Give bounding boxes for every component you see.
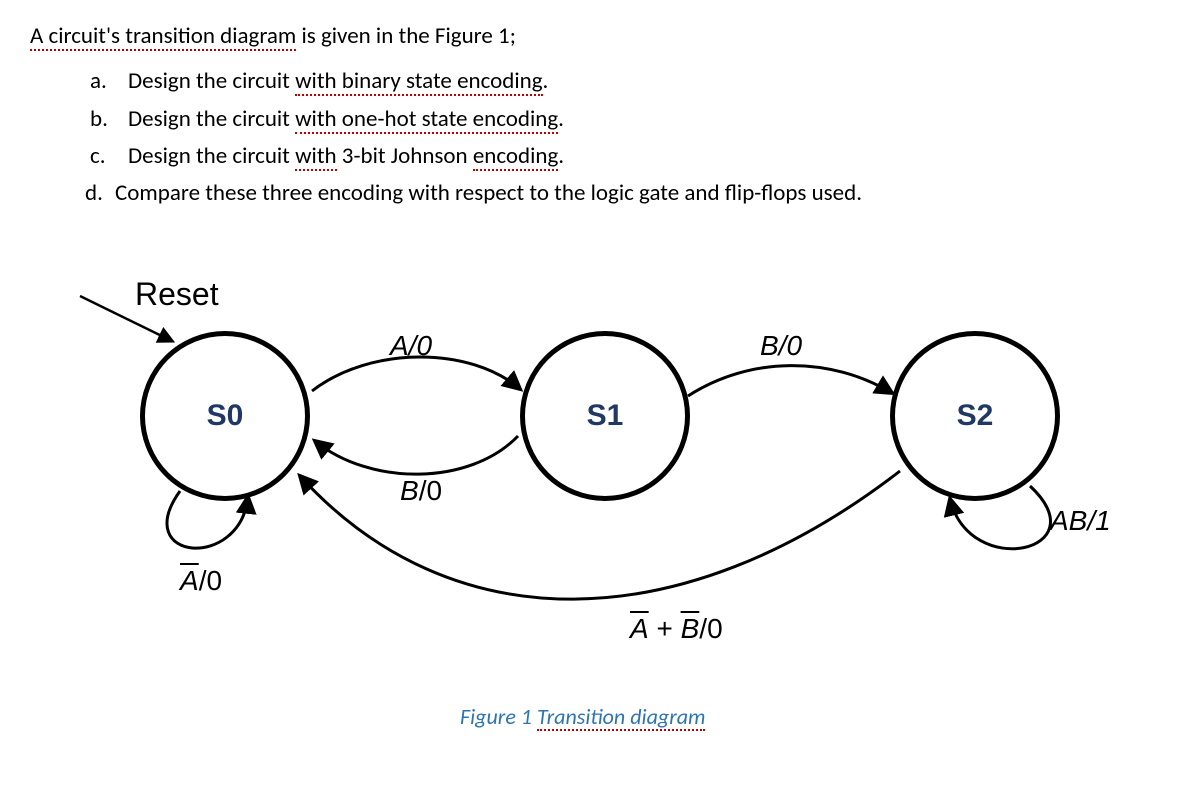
- state-diagram: Reset S0 S1 S2 A/0 B/0 B/0 A/0: [30, 271, 1130, 751]
- intro-rest: is given in the Figure 1;: [296, 22, 516, 50]
- figure-caption: Figure 1 Transition diagram: [460, 701, 705, 733]
- intro-line: A circuit's transition diagram is given …: [30, 20, 1158, 53]
- edge-s1-s2-label: B/0: [760, 326, 802, 367]
- item-label-b: b.: [90, 103, 128, 136]
- edge-s2-s0-label: A + B/0: [630, 609, 723, 650]
- question-list: a. Design the circuit with binary state …: [90, 65, 1158, 210]
- item-b: b. Design the circuit with one-hot state…: [90, 103, 1158, 136]
- state-s2: S2: [890, 331, 1060, 501]
- item-label-d: d.: [85, 177, 115, 210]
- item-a: a. Design the circuit with binary state …: [90, 65, 1158, 98]
- edge-s1-s0-label: B/0: [400, 471, 442, 512]
- item-label-a: a.: [90, 65, 128, 98]
- edge-s0-s1-label: A/0: [390, 326, 432, 367]
- item-c: c. Design the circuit with 3-bit Johnson…: [90, 140, 1158, 173]
- state-s0: S0: [140, 331, 310, 501]
- state-s1: S1: [520, 331, 690, 501]
- edge-s2-self-label: AB/1: [1050, 501, 1111, 542]
- reset-label: Reset: [135, 271, 219, 317]
- item-d: d. Compare these three encoding with res…: [90, 177, 1158, 210]
- intro-underlined: A circuit's transition diagram: [30, 24, 296, 51]
- edge-s0-self-label: A/0: [180, 561, 222, 602]
- item-label-c: c.: [90, 140, 128, 173]
